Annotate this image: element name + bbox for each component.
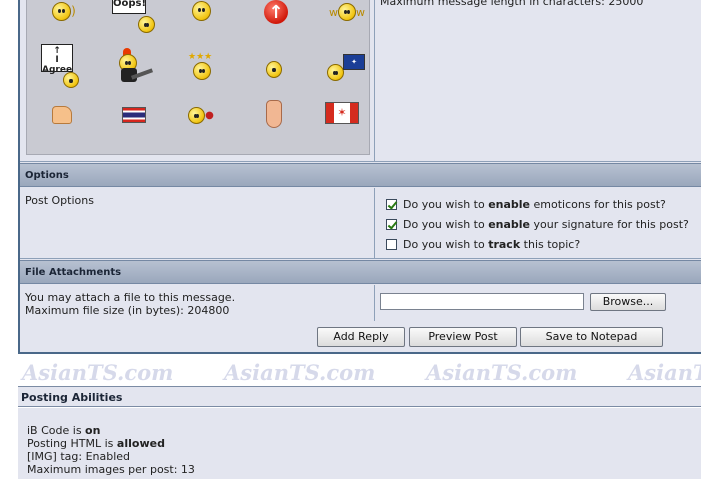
watermark: AsianTS.com	[22, 360, 174, 385]
oops-sign-smiley-icon[interactable]: Oops!	[110, 0, 162, 36]
signature-option-label: Do you wish to enable your signature for…	[403, 218, 689, 231]
html-status: Posting HTML is allowed	[27, 437, 165, 450]
canada-flag-icon[interactable]: ✶	[325, 98, 359, 128]
reply-form-panel: ) Oops! ↑ ww ↑ I Agree ★★★ ✦ ● ✶ Maximum…	[18, 0, 701, 354]
emoticons-option[interactable]: Do you wish to enable emoticons for this…	[386, 198, 666, 211]
i-agree-sign: ↑ I Agree	[41, 44, 73, 75]
post-options-label: Post Options	[25, 194, 94, 207]
attach-info: You may attach a file to this message.	[25, 291, 236, 304]
signature-option[interactable]: Do you wish to enable your signature for…	[386, 218, 689, 231]
max-images-status: Maximum images per post: 13	[27, 463, 195, 476]
posting-abilities-body: iB Code is on Posting HTML is allowed [I…	[18, 408, 701, 479]
emoticon-grid: ) Oops! ↑ ww ↑ I Agree ★★★ ✦ ● ✶	[26, 0, 370, 155]
dizzy-stars-smiley-icon[interactable]: ★★★	[184, 52, 218, 86]
save-to-notepad-button[interactable]: Save to Notepad	[520, 327, 663, 347]
oops-sign: Oops!	[112, 0, 146, 14]
watermark: AsianTS.com	[426, 360, 578, 385]
file-path-input[interactable]	[380, 293, 584, 310]
watermark: AsianTS.com	[628, 360, 701, 385]
emoticons-option-label: Do you wish to enable emoticons for this…	[403, 198, 666, 211]
signature-checkbox[interactable]	[386, 219, 397, 230]
emoticons-checkbox[interactable]	[386, 199, 397, 210]
ibcode-status: iB Code is on	[27, 424, 101, 437]
watermark: AsianTS.com	[224, 360, 376, 385]
max-file-size: Maximum file size (in bytes): 204800	[25, 304, 230, 317]
browse-button[interactable]: Browse...	[590, 293, 666, 311]
img-tag-status: [IMG] tag: Enabled	[27, 450, 131, 463]
thinking-smiley-icon[interactable]	[257, 54, 291, 84]
column-divider	[374, 0, 375, 161]
listening-smiley-icon[interactable]: )	[47, 0, 81, 26]
rocker-guitar-smiley-icon[interactable]	[111, 48, 155, 88]
posting-abilities-header: Posting Abilities	[18, 386, 701, 407]
i-agree-sign-smiley-icon[interactable]: ↑ I Agree	[39, 44, 89, 92]
emoticons-row: ) Oops! ↑ ww ↑ I Agree ★★★ ✦ ● ✶ Maximum…	[20, 0, 701, 162]
pacifier-smiley-icon[interactable]: ●	[184, 100, 218, 130]
submit-button-row: Add Reply Preview Post Save to Notepad	[20, 321, 701, 352]
waving-smiley-icon[interactable]: ww	[327, 0, 367, 27]
preview-post-button[interactable]: Preview Post	[409, 327, 517, 347]
shocked-smiley-icon[interactable]	[184, 0, 218, 26]
nose-icon[interactable]	[257, 96, 291, 132]
track-topic-option[interactable]: Do you wish to track this topic?	[386, 238, 580, 251]
australia-flag-smiley-icon[interactable]: ✦	[323, 50, 369, 86]
red-up-arrow-icon[interactable]: ↑	[259, 0, 293, 27]
file-attachments-header: File Attachments	[20, 260, 701, 284]
options-header: Options	[20, 163, 701, 187]
thailand-flag-icon[interactable]	[117, 100, 151, 130]
attachments-row: You may attach a file to this message. M…	[20, 285, 701, 322]
max-message-length: Maximum message length in characters: 25…	[380, 0, 644, 8]
thumbs-up-icon[interactable]	[45, 100, 79, 130]
add-reply-button[interactable]: Add Reply	[317, 327, 405, 347]
track-topic-checkbox[interactable]	[386, 239, 397, 250]
options-row: Post Options Do you wish to enable emoti…	[20, 188, 701, 259]
track-topic-option-label: Do you wish to track this topic?	[403, 238, 581, 251]
